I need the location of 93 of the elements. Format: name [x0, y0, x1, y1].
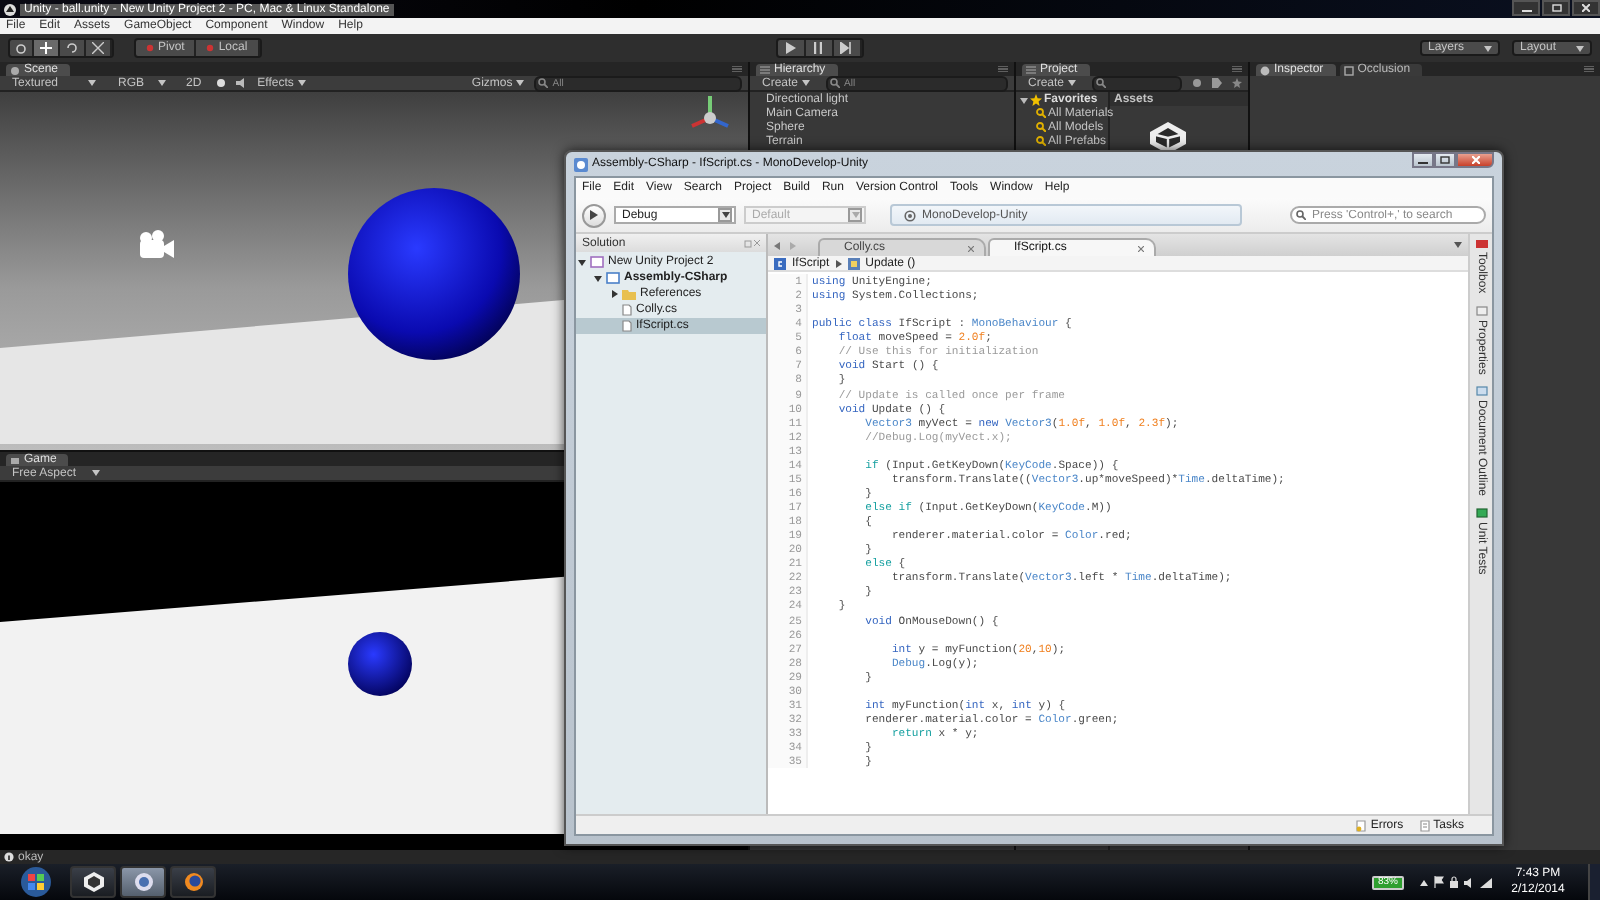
maximize-button[interactable]	[1434, 152, 1456, 168]
close-icon	[968, 245, 974, 251]
play-icon	[785, 42, 796, 54]
maximize-button[interactable]	[1542, 0, 1570, 16]
caret-icon	[1454, 242, 1462, 248]
taskbar-button[interactable]	[120, 866, 166, 898]
expand-arrow-icon[interactable]	[578, 258, 586, 266]
caret-icon	[516, 80, 525, 86]
minimize-icon	[1418, 157, 1428, 163]
caret-icon	[1484, 45, 1492, 51]
caret-icon	[851, 212, 859, 218]
pivot-icon	[146, 44, 154, 52]
panel-menu-icon	[1232, 66, 1242, 72]
hand-icon	[16, 43, 26, 53]
info-icon	[1260, 65, 1270, 75]
run-button[interactable]	[582, 203, 606, 227]
caret-icon	[1576, 45, 1584, 51]
signal-icon	[1480, 877, 1492, 887]
caret-icon	[802, 80, 811, 86]
restore-icon	[1551, 4, 1561, 12]
play-icon	[590, 210, 598, 220]
status-icon	[904, 209, 916, 221]
error-list-icon	[1356, 819, 1367, 831]
minimize-button[interactable]	[1412, 152, 1434, 168]
list-icon	[1026, 66, 1036, 74]
globe-icon	[183, 872, 203, 892]
close-button[interactable]	[1456, 152, 1494, 168]
move-icon	[40, 42, 52, 54]
pin-icon	[744, 239, 760, 247]
close-icon	[1582, 4, 1590, 12]
flag-icon	[1434, 876, 1444, 888]
speaker-icon	[1464, 877, 1474, 887]
expand-arrow-icon[interactable]	[1020, 95, 1028, 103]
step-icon	[840, 42, 853, 54]
scale-icon	[92, 42, 104, 54]
caret-icon	[88, 80, 96, 86]
camera-icon	[140, 230, 174, 258]
search-icon	[1036, 122, 1046, 132]
forward-icon	[790, 241, 796, 249]
list-icon	[760, 66, 770, 74]
close-icon	[1471, 156, 1479, 164]
properties-icon	[1475, 305, 1487, 316]
game-icon	[10, 455, 20, 465]
toolbox-icon	[1475, 238, 1487, 248]
caret-icon	[1068, 80, 1077, 86]
solution-icon	[590, 256, 604, 268]
caret-icon	[158, 80, 166, 86]
axis-gizmo-icon	[691, 96, 729, 128]
maximize-icon	[1440, 156, 1450, 164]
minimize-button[interactable]	[1512, 0, 1540, 16]
caret-icon	[1420, 879, 1428, 885]
sphere-drawing	[348, 632, 412, 696]
occlusion-icon	[1343, 65, 1354, 75]
expand-arrow-icon[interactable]	[594, 274, 602, 282]
app-icon	[133, 872, 153, 892]
scale-tool-button[interactable]	[86, 40, 112, 56]
start-button[interactable]	[20, 866, 52, 898]
minimize-icon	[1521, 4, 1531, 12]
caret-icon	[297, 80, 306, 86]
start-orb-icon	[20, 866, 52, 898]
lock-icon	[1450, 876, 1458, 888]
move-tool-button[interactable]	[34, 40, 60, 56]
cube-logo-icon	[83, 872, 103, 892]
outline-icon	[1475, 386, 1487, 397]
separator-icon	[835, 259, 842, 267]
task-list-icon	[1419, 819, 1430, 831]
close-icon	[1138, 245, 1144, 251]
caret-icon	[721, 212, 729, 218]
local-icon	[206, 44, 215, 52]
panel-menu-icon	[998, 66, 1008, 72]
taskbar-button[interactable]	[70, 866, 116, 898]
folder-icon	[622, 288, 636, 300]
scene-icon	[10, 65, 20, 75]
test-icon	[1475, 508, 1487, 519]
star-icon	[1232, 78, 1242, 88]
panel-menu-icon	[1584, 66, 1594, 72]
light-icon	[215, 78, 226, 88]
expand-arrow-icon[interactable]	[610, 290, 618, 298]
taskbar-button[interactable]	[170, 866, 216, 898]
method-icon	[847, 257, 860, 269]
rotate-icon	[66, 42, 78, 54]
search-icon	[1036, 136, 1046, 146]
close-button[interactable]	[1572, 0, 1600, 16]
filter-icon	[1192, 78, 1202, 88]
app-icon	[574, 157, 588, 171]
unity-logo-icon	[4, 3, 16, 15]
caret-icon	[92, 470, 101, 476]
search-icon	[1036, 108, 1046, 118]
back-icon	[774, 241, 780, 249]
star-icon	[1030, 93, 1042, 105]
panel-menu-icon	[732, 66, 742, 72]
pause-icon	[814, 42, 823, 54]
project-icon	[606, 272, 620, 284]
